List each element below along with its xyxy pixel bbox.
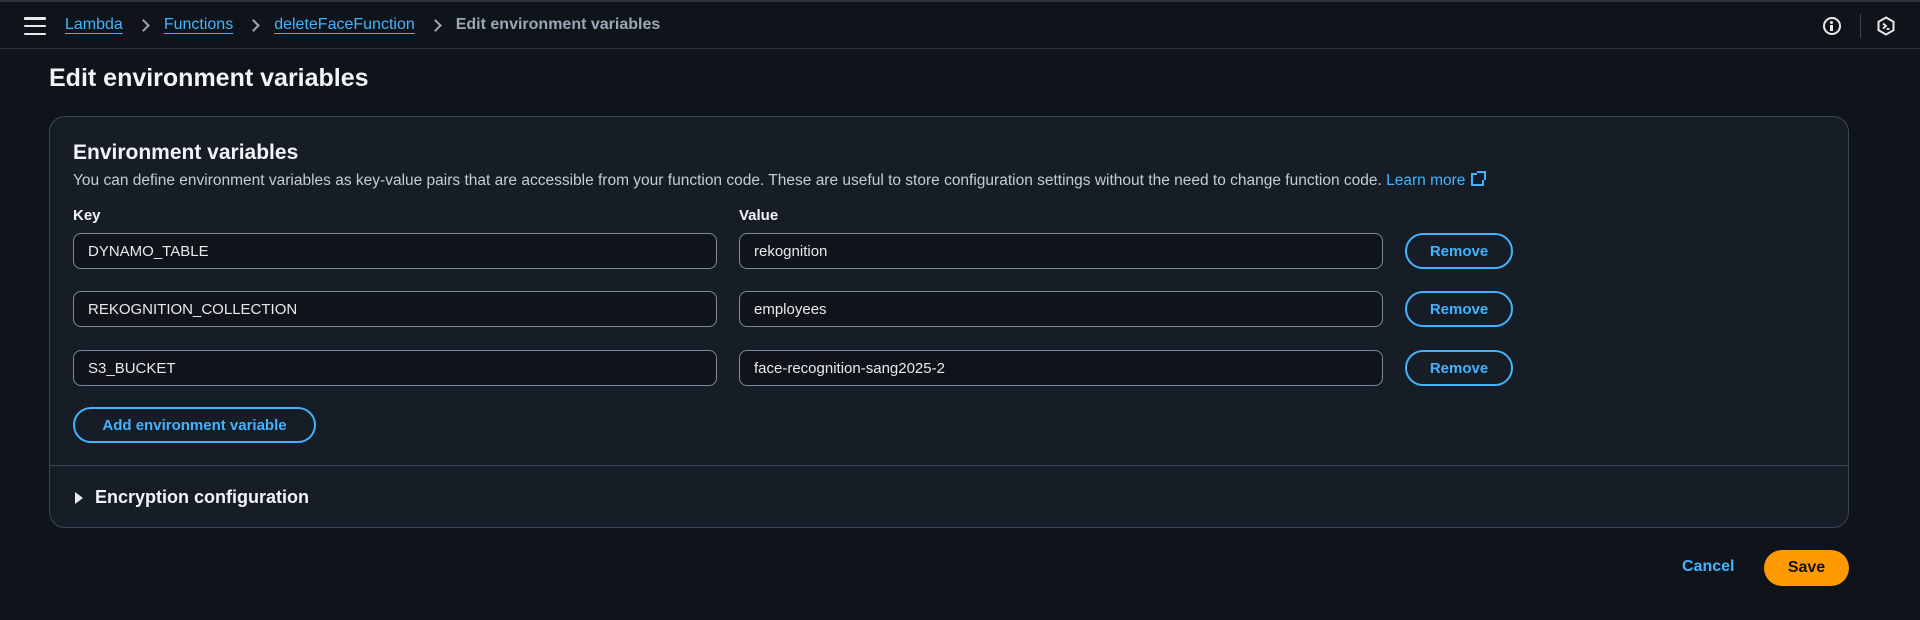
value-input-1[interactable] [739, 233, 1383, 269]
key-column-label: Key [73, 207, 101, 224]
menu-icon[interactable] [24, 17, 46, 35]
cloudshell-icon[interactable] [1876, 16, 1896, 36]
breadcrumb-functions[interactable]: Functions [164, 16, 233, 34]
breadcrumb-current: Edit environment variables [455, 16, 661, 33]
divider [1860, 14, 1861, 38]
remove-button-1[interactable]: Remove [1405, 233, 1513, 269]
key-input-1[interactable] [73, 233, 717, 269]
value-input-3[interactable] [739, 350, 1383, 386]
environment-variables-panel: Environment variables You can define env… [49, 116, 1849, 528]
encryption-configuration-toggle[interactable]: Encryption configuration [75, 487, 309, 508]
info-icon[interactable] [1823, 17, 1841, 35]
description-text: You can define environment variables as … [73, 172, 1382, 189]
value-column-label: Value [739, 207, 779, 224]
remove-button-2[interactable]: Remove [1405, 291, 1513, 327]
external-link-icon [1471, 171, 1487, 186]
key-input-2[interactable] [73, 291, 717, 327]
chevron-right-icon [136, 18, 150, 32]
panel-title: Environment variables [73, 141, 299, 164]
remove-button-3[interactable]: Remove [1405, 350, 1513, 386]
breadcrumb-function-name[interactable]: deleteFaceFunction [274, 16, 415, 34]
learn-more-link[interactable]: Learn more [1386, 171, 1487, 189]
page-title: Edit environment variables [49, 64, 369, 92]
breadcrumb: Lambda Functions deleteFaceFunction Edit… [65, 16, 660, 34]
encryption-configuration-label: Encryption configuration [95, 487, 309, 507]
cancel-button[interactable]: Cancel [1682, 558, 1734, 576]
panel-description: You can define environment variables as … [73, 171, 1487, 190]
breadcrumb-lambda[interactable]: Lambda [65, 16, 123, 34]
value-input-2[interactable] [739, 291, 1383, 327]
learn-more-label: Learn more [1386, 172, 1466, 189]
chevron-right-icon [247, 18, 261, 32]
save-button[interactable]: Save [1764, 550, 1849, 586]
key-input-3[interactable] [73, 350, 717, 386]
add-environment-variable-button[interactable]: Add environment variable [73, 407, 316, 443]
caret-right-icon [75, 491, 83, 504]
chevron-right-icon [428, 18, 442, 32]
section-divider [50, 465, 1848, 466]
top-navigation-bar: Lambda Functions deleteFaceFunction Edit… [0, 0, 1920, 49]
